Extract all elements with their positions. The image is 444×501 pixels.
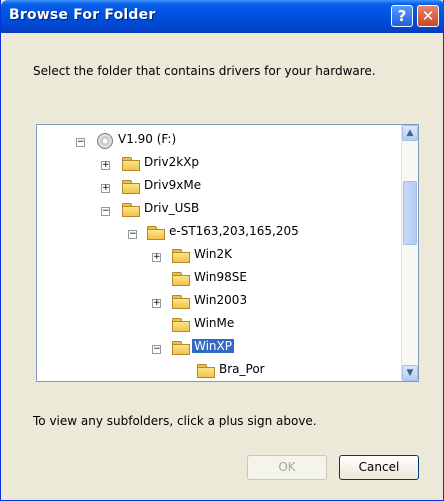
folder-icon: [197, 364, 215, 378]
tree-item-label[interactable]: V1.90 (F:): [118, 132, 176, 146]
folder-icon: [172, 318, 190, 332]
cancel-button[interactable]: Cancel: [339, 455, 419, 480]
expand-icon[interactable]: +: [101, 161, 110, 170]
folder-tree[interactable]: − V1.90 (F:) + Driv2kXp + Driv9xMe − Dri…: [36, 124, 419, 382]
ok-button[interactable]: OK: [247, 455, 327, 480]
tree-item-label-selected[interactable]: WinXP: [192, 339, 234, 353]
tree-item-driv-usb[interactable]: − Driv_USB: [37, 200, 403, 220]
tree-item-drive[interactable]: − V1.90 (F:): [37, 131, 403, 151]
tree-item-label[interactable]: WinMe: [194, 316, 234, 330]
tree-item-winme[interactable]: WinMe: [37, 315, 403, 335]
folder-icon: [122, 157, 140, 171]
folder-icon: [172, 249, 190, 263]
folder-icon: [147, 226, 165, 240]
tree-item-win2k[interactable]: + Win2K: [37, 246, 403, 266]
folder-icon: [172, 295, 190, 309]
tree-item-win2003[interactable]: + Win2003: [37, 292, 403, 312]
tree-item-driv2kxp[interactable]: + Driv2kXp: [37, 154, 403, 174]
tree-item-label[interactable]: Win98SE: [194, 270, 247, 284]
tree-item-label[interactable]: Win2003: [194, 293, 247, 307]
scroll-thumb[interactable]: [403, 181, 417, 245]
collapse-icon[interactable]: −: [128, 230, 137, 239]
tree-item-bra-por[interactable]: Bra_Por: [37, 361, 403, 381]
cd-drive-icon: [97, 133, 113, 149]
tree-item-label[interactable]: Bra_Por: [219, 362, 265, 376]
open-folder-icon: [172, 341, 190, 355]
expand-icon[interactable]: +: [152, 299, 161, 308]
tree-item-label[interactable]: e-ST163,203,165,205: [169, 224, 299, 238]
expand-icon[interactable]: +: [152, 253, 161, 262]
collapse-icon[interactable]: −: [76, 138, 85, 147]
collapse-icon[interactable]: −: [101, 207, 110, 216]
tree-item-label[interactable]: Driv9xMe: [144, 178, 201, 192]
scroll-up-icon[interactable]: ▲: [402, 125, 418, 141]
tree-item-e-st[interactable]: − e-ST163,203,165,205: [37, 223, 403, 243]
tree-item-label[interactable]: Win2K: [194, 247, 232, 261]
vertical-scrollbar[interactable]: ▲ ▼: [401, 125, 418, 381]
dialog-instruction: Select the folder that contains drivers …: [33, 64, 376, 78]
tree-item-win98se[interactable]: Win98SE: [37, 269, 403, 289]
help-button[interactable]: ?: [391, 5, 413, 27]
tree-item-driv9xme[interactable]: + Driv9xMe: [37, 177, 403, 197]
title-bar[interactable]: Browse For Folder ? ✕: [1, 0, 444, 33]
tree-item-winxp[interactable]: − WinXP: [37, 338, 403, 358]
browse-for-folder-dialog: Browse For Folder ? ✕ Select the folder …: [0, 0, 444, 501]
window-title: Browse For Folder: [9, 7, 156, 23]
expand-icon[interactable]: +: [101, 184, 110, 193]
close-button[interactable]: ✕: [417, 5, 439, 27]
scroll-down-icon[interactable]: ▼: [402, 365, 418, 381]
tree-item-label[interactable]: Driv2kXp: [144, 155, 199, 169]
folder-icon: [122, 203, 140, 217]
folder-icon: [122, 180, 140, 194]
folder-icon: [172, 272, 190, 286]
collapse-icon[interactable]: −: [152, 345, 161, 354]
tree-item-label[interactable]: Driv_USB: [144, 201, 199, 215]
subfolder-hint: To view any subfolders, click a plus sig…: [33, 414, 317, 428]
